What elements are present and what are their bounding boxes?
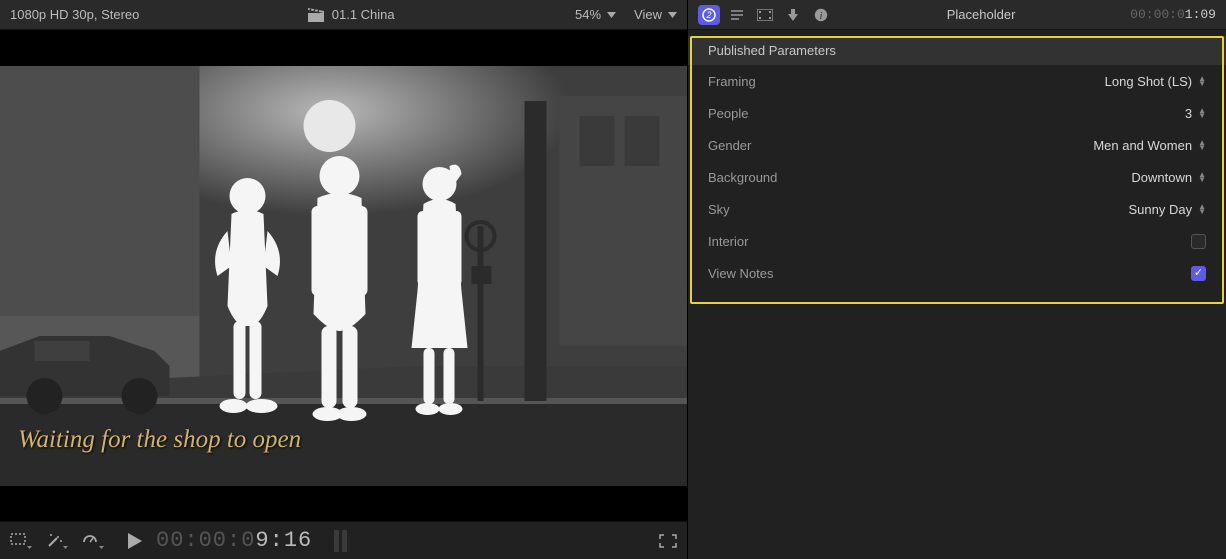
chevron-down-icon[interactable] <box>607 12 616 18</box>
inspector-header: 2 i Placeholder 00:00:01:09 <box>688 0 1226 30</box>
timecode-prefix: 00:00:0 <box>156 528 255 553</box>
stepper-arrows-icon: ▲▼ <box>1198 76 1206 86</box>
overlay-note-text: Waiting for the shop to open <box>18 426 301 454</box>
framing-value-dropdown[interactable]: Long Shot (LS) ▲▼ <box>848 74 1206 89</box>
background-value-dropdown[interactable]: Downtown ▲▼ <box>848 170 1206 185</box>
viewer-header: 1080p HD 30p, Stereo 01.1 China 54% View <box>0 0 687 30</box>
viewer-panel: 1080p HD 30p, Stereo 01.1 China 54% View <box>0 0 688 559</box>
viewer-footer: 00:00:09:16 <box>0 521 687 559</box>
stepper-arrows-icon: ▲▼ <box>1198 204 1206 214</box>
gender-value-dropdown[interactable]: Men and Women ▲▼ <box>848 138 1206 153</box>
param-row-sky: Sky Sunny Day ▲▼ <box>688 193 1226 225</box>
svg-text:i: i <box>820 11 823 22</box>
share-inspector-tab[interactable] <box>782 5 804 25</box>
framing-label: Framing <box>708 74 848 89</box>
view-notes-label: View Notes <box>708 266 848 281</box>
viewer-stage[interactable]: Waiting for the shop to open <box>0 30 687 521</box>
param-row-gender: Gender Men and Women ▲▼ <box>688 129 1226 161</box>
stepper-arrows-icon: ▲▼ <box>1198 172 1206 182</box>
stepper-arrows-icon: ▲▼ <box>1198 140 1206 150</box>
param-row-people: People 3 ▲▼ <box>688 97 1226 129</box>
timecode-frames: 9:16 <box>255 528 312 553</box>
view-notes-checkbox[interactable] <box>1191 266 1206 281</box>
inspector-title: Placeholder <box>838 7 1124 22</box>
play-button[interactable] <box>128 533 142 549</box>
text-inspector-tab[interactable] <box>726 5 748 25</box>
inspector-body: Published Parameters Framing Long Shot (… <box>688 30 1226 559</box>
stepper-arrows-icon: ▲▼ <box>1198 108 1206 118</box>
interior-checkbox[interactable] <box>1191 234 1206 249</box>
interior-label: Interior <box>708 234 848 249</box>
inspector-panel: 2 i Placeholder 00:00:01:09 Published Pa… <box>688 0 1226 559</box>
playhead-timecode[interactable]: 00:00:09:16 <box>156 528 312 553</box>
published-parameters-heading: Published Parameters <box>688 36 1226 65</box>
info-inspector-tab[interactable]: i <box>810 5 832 25</box>
video-inspector-tab[interactable] <box>754 5 776 25</box>
crop-tool-icon[interactable] <box>10 533 32 549</box>
clapperboard-icon[interactable] <box>308 8 324 22</box>
param-row-background: Background Downtown ▲▼ <box>688 161 1226 193</box>
clip-name-dropdown[interactable]: 01.1 China <box>332 7 395 22</box>
audio-meters <box>334 530 347 552</box>
enhance-tool-icon[interactable] <box>46 533 68 549</box>
gender-label: Gender <box>708 138 848 153</box>
sky-value-dropdown[interactable]: Sunny Day ▲▼ <box>848 202 1206 217</box>
format-spec: 1080p HD 30p, Stereo <box>10 7 139 22</box>
clip-duration: 00:00:01:09 <box>1130 7 1216 22</box>
svg-text:2: 2 <box>705 10 711 20</box>
view-menu[interactable]: View <box>634 7 662 22</box>
background-label: Background <box>708 170 848 185</box>
sky-label: Sky <box>708 202 848 217</box>
param-row-framing: Framing Long Shot (LS) ▲▼ <box>688 65 1226 97</box>
people-label: People <box>708 106 848 121</box>
duration-end: 1:09 <box>1185 7 1216 22</box>
duration-prefix: 00:00:0 <box>1130 7 1185 22</box>
fullscreen-icon[interactable] <box>659 534 677 548</box>
chevron-down-icon[interactable] <box>668 12 677 18</box>
people-value-stepper[interactable]: 3 ▲▼ <box>848 106 1206 121</box>
placeholder-scene-illustration: Waiting for the shop to open <box>0 66 687 486</box>
retime-tool-icon[interactable] <box>82 533 104 549</box>
param-row-view-notes: View Notes <box>688 257 1226 289</box>
param-row-interior: Interior <box>688 225 1226 257</box>
zoom-percent-dropdown[interactable]: 54% <box>575 7 601 22</box>
generator-inspector-tab[interactable]: 2 <box>698 5 720 25</box>
